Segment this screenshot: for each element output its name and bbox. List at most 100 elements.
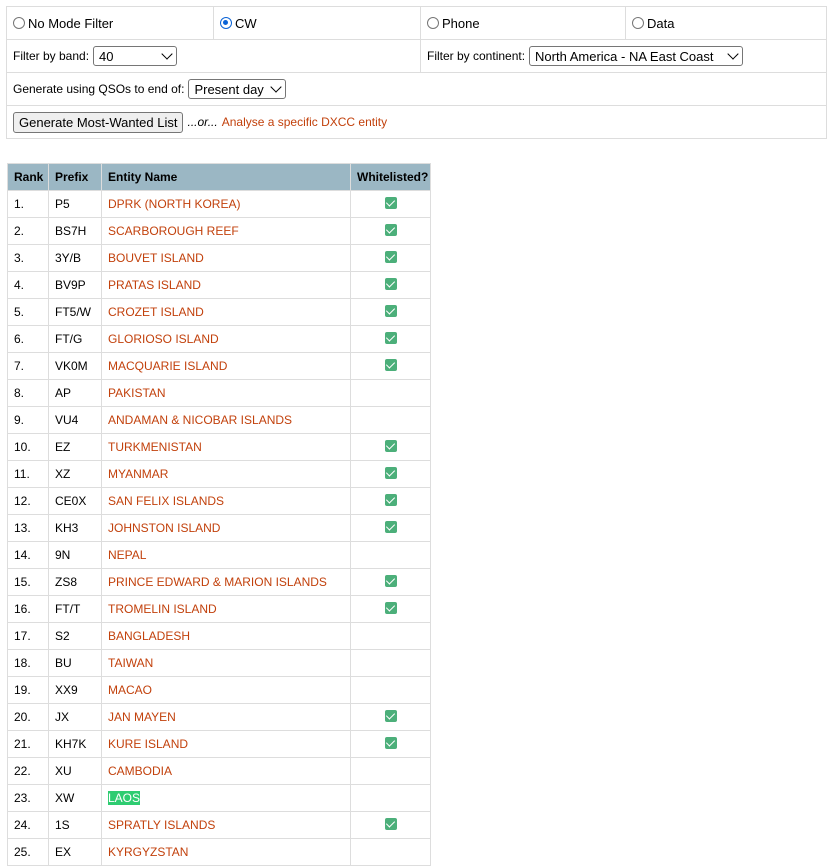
header-whitelisted: Whitelisted? [350,163,431,191]
table-row: 19. XX9 MACAO [7,676,431,704]
whitelisted-cell [350,325,431,353]
checkmark-icon [384,520,397,533]
entity-cell: BANGLADESH [101,622,351,650]
entity-cell: JOHNSTON ISLAND [101,514,351,542]
table-header-row: Rank Prefix Entity Name Whitelisted? [7,163,431,191]
whitelisted-cell [350,433,431,461]
mode-option-cell: No Mode Filter [6,6,214,40]
entity-cell: TURKMENISTAN [101,433,351,461]
entity-link[interactable]: MACAO [108,683,152,697]
entity-link[interactable]: LAOS [108,791,141,805]
prefix-cell: AP [48,379,102,407]
whitelisted-cell [350,271,431,299]
entity-cell: TROMELIN ISLAND [101,595,351,623]
entity-link[interactable]: CROZET ISLAND [108,305,204,319]
rank-cell: 1. [7,190,49,218]
rank-cell: 8. [7,379,49,407]
table-row: 1. P5 DPRK (NORTH KOREA) [7,190,431,218]
checkmark-icon [384,493,397,506]
analyse-dxcc-link[interactable]: Analyse a specific DXCC entity [222,115,387,129]
entity-link[interactable]: TURKMENISTAN [108,440,202,454]
rank-cell: 16. [7,595,49,623]
radio-data[interactable]: Data [632,16,820,31]
checkmark-icon [384,331,397,344]
whitelisted-cell [350,460,431,488]
entity-link[interactable]: PRATAS ISLAND [108,278,201,292]
entity-cell: PRATAS ISLAND [101,271,351,299]
entity-link[interactable]: BANGLADESH [108,629,190,643]
entity-link[interactable]: PAKISTAN [108,386,166,400]
rank-cell: 5. [7,298,49,326]
continent-select[interactable]: North America - NA East Coast [529,46,744,66]
chevron-down-icon [727,48,739,60]
radio-phone[interactable]: Phone [427,16,619,31]
radio-label-text: No Mode Filter [28,15,114,31]
checkmark-icon [384,277,397,290]
table-row: 7. VK0M MACQUARIE ISLAND [7,352,431,380]
entity-link[interactable]: SAN FELIX ISLANDS [108,494,224,508]
band-select[interactable]: 40 [93,46,178,66]
table-row: 5. FT5/W CROZET ISLAND [7,298,431,326]
rank-cell: 4. [7,271,49,299]
date-select-value: Present day [194,81,264,97]
entity-link[interactable]: DPRK (NORTH KOREA) [108,197,240,211]
prefix-cell: 9N [48,541,102,569]
prefix-cell: KH3 [48,514,102,542]
date-select[interactable]: Present day [188,79,287,99]
entity-link[interactable]: NEPAL [108,548,146,562]
entity-link[interactable]: TROMELIN ISLAND [108,602,217,616]
entity-cell: MACAO [101,676,351,704]
entity-link[interactable]: MACQUARIE ISLAND [108,359,227,373]
prefix-cell: BS7H [48,217,102,245]
table-row: 2. BS7H SCARBOROUGH REEF [7,217,431,245]
entity-cell: KURE ISLAND [101,730,351,758]
radio-icon[interactable] [13,17,25,29]
entity-link[interactable]: MYANMAR [108,467,168,481]
entity-link[interactable]: SCARBOROUGH REEF [108,224,239,238]
entity-link[interactable]: TAIWAN [108,656,153,670]
entity-link[interactable]: CAMBODIA [108,764,172,778]
entity-link[interactable]: KURE ISLAND [108,737,188,751]
rank-cell: 13. [7,514,49,542]
rank-cell: 19. [7,676,49,704]
prefix-cell: FT5/W [48,298,102,326]
table-row: 20. JX JAN MAYEN [7,703,431,731]
generate-most-wanted-button[interactable]: Generate Most-Wanted List [13,111,184,133]
prefix-cell: XX9 [48,676,102,704]
entity-link[interactable]: ANDAMAN & NICOBAR ISLANDS [108,413,292,427]
entity-link[interactable]: BOUVET ISLAND [108,251,204,265]
table-row: 15. ZS8 PRINCE EDWARD & MARION ISLANDS [7,568,431,596]
checkmark-icon [384,223,397,236]
mode-option-cell: Phone [420,6,626,40]
checkmark-icon [384,709,397,722]
rank-cell: 25. [7,838,49,866]
radio-checked-icon[interactable] [220,17,232,29]
radio-cw[interactable]: CW [220,16,414,31]
entity-link[interactable]: JOHNSTON ISLAND [108,521,220,535]
band-filter-label: Filter by band: [13,49,90,63]
mode-option-cell: CW [213,6,421,40]
prefix-cell: VU4 [48,406,102,434]
actions-row: Generate Most-Wanted List ...or... Analy… [6,105,827,139]
prefix-cell: P5 [48,190,102,218]
prefix-cell: XZ [48,460,102,488]
table-row: 10. EZ TURKMENISTAN [7,433,431,461]
radio-label-text: Data [647,15,675,31]
entity-link[interactable]: GLORIOSO ISLAND [108,332,219,346]
rank-cell: 2. [7,217,49,245]
prefix-cell: 1S [48,811,102,839]
most-wanted-table: Rank Prefix Entity Name Whitelisted? 1. P… [7,163,431,866]
entity-link[interactable]: JAN MAYEN [108,710,176,724]
entity-link[interactable]: SPRATLY ISLANDS [108,818,215,832]
header-rank: Rank [7,163,49,191]
rank-cell: 20. [7,703,49,731]
table-row: 12. CE0X SAN FELIX ISLANDS [7,487,431,515]
table-row: 16. FT/T TROMELIN ISLAND [7,595,431,623]
radio-icon[interactable] [427,17,439,29]
entity-link[interactable]: PRINCE EDWARD & MARION ISLANDS [108,575,327,589]
prefix-cell: BU [48,649,102,677]
radio-no-mode-filter[interactable]: No Mode Filter [13,16,207,31]
table-row: 18. BU TAIWAN [7,649,431,677]
radio-icon[interactable] [632,17,644,29]
entity-link[interactable]: KYRGYZSTAN [108,845,188,859]
